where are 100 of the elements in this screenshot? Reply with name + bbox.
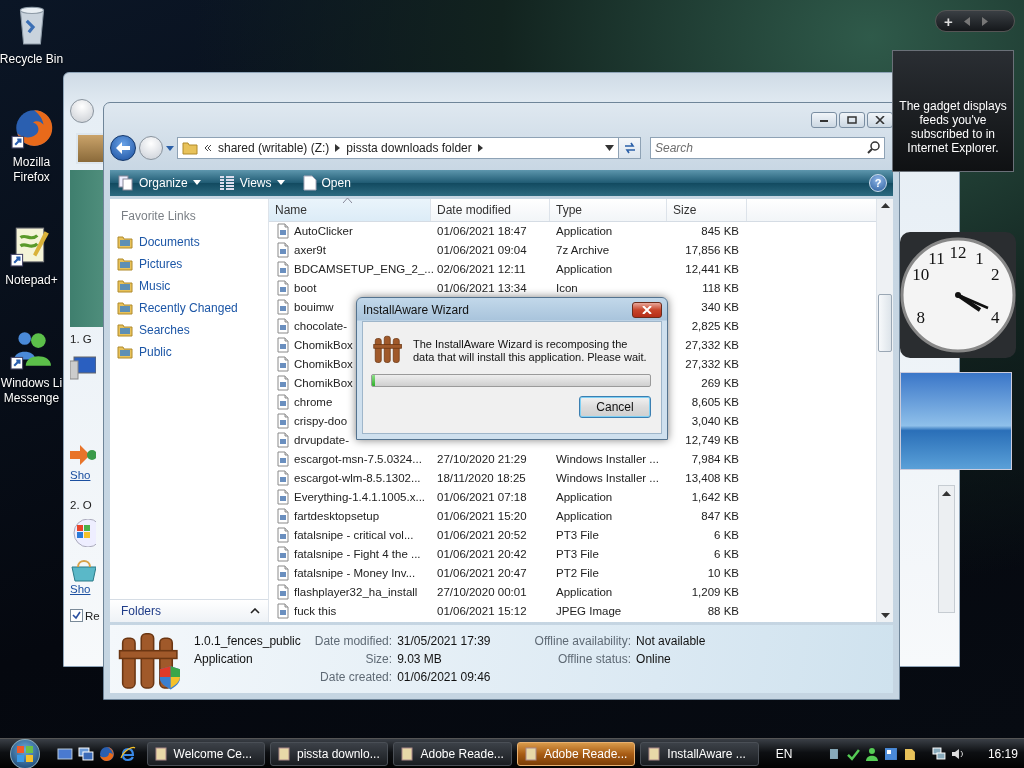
search-icon[interactable] xyxy=(867,140,880,154)
size-cell-text: 88 KB xyxy=(706,605,740,618)
toolbar-button[interactable]: Organize xyxy=(116,172,203,193)
desktop-icon-label[interactable]: Recycle Bin xyxy=(0,52,64,67)
caret-icon[interactable] xyxy=(276,180,285,186)
back-button[interactable] xyxy=(110,134,136,161)
tray-icon[interactable] xyxy=(846,747,861,761)
close-icon[interactable] xyxy=(875,116,885,124)
folders-toggle[interactable]: Folders xyxy=(110,599,268,622)
file-name[interactable]: fatalsnipe - Money Inv... xyxy=(269,565,431,582)
app-icon[interactable] xyxy=(277,747,291,761)
clock-numeral: 11 xyxy=(928,248,945,268)
pages-icon[interactable] xyxy=(118,174,134,191)
scrollbar-thumb[interactable] xyxy=(878,293,892,352)
language-indicator[interactable]: EN xyxy=(775,747,793,761)
checkbox[interactable] xyxy=(70,609,83,622)
cancel-button[interactable]: Cancel xyxy=(579,396,651,418)
browser-icon[interactable] xyxy=(119,746,136,762)
tray-icon[interactable] xyxy=(865,747,880,761)
maximize-icon[interactable] xyxy=(847,116,857,124)
breadcrumb-arrow-icon[interactable] xyxy=(335,143,341,152)
clock-numeral: 1 xyxy=(975,248,984,268)
address-bar[interactable]: shared (writable) (Z:) pissta downloads folder xyxy=(177,136,619,159)
nav-link[interactable]: Music xyxy=(110,274,268,297)
desktop-icon-label[interactable]: Notepad+ xyxy=(5,273,58,288)
window-switch-icon[interactable] xyxy=(77,746,94,762)
volume-icon[interactable] xyxy=(951,747,965,761)
app-icon[interactable] xyxy=(647,747,662,761)
file-name: 1.0.1_fences_public xyxy=(194,634,301,648)
minimize-icon[interactable] xyxy=(819,117,829,123)
refresh-icon[interactable] xyxy=(622,141,637,154)
file-name[interactable]: escargot-wlm-8.5.1302... xyxy=(269,470,431,487)
minimize-button[interactable] xyxy=(811,112,837,128)
nav-link[interactable]: Documents xyxy=(110,230,268,253)
toolbar-button[interactable]: Views xyxy=(216,173,287,192)
close-button[interactable] xyxy=(867,112,893,128)
taskbar-button[interactable]: Adobe Reade... xyxy=(393,742,512,766)
file-name[interactable]: boot xyxy=(269,280,431,297)
next-icon[interactable] xyxy=(980,16,989,26)
nav-link[interactable]: Searches xyxy=(110,318,268,341)
file-name[interactable]: Everything-1.4.1.1005.x... xyxy=(269,489,431,506)
file-name[interactable]: axer9t xyxy=(269,242,431,259)
windows-logo-icon[interactable] xyxy=(15,745,34,763)
clock[interactable]: 16:19 xyxy=(987,747,1018,761)
nav-link[interactable]: Pictures xyxy=(110,252,268,275)
file-name[interactable]: fatalsnipe - Fight 4 the ... xyxy=(269,546,431,563)
dropdown-arrow-icon[interactable] xyxy=(605,144,614,151)
show-link[interactable]: Sho xyxy=(70,583,104,595)
app-icon[interactable] xyxy=(400,747,415,761)
browser-icon[interactable] xyxy=(98,746,115,762)
scroll-up-icon[interactable] xyxy=(942,490,951,496)
taskbar-button[interactable]: Welcome Ce... xyxy=(146,742,265,766)
caret-icon[interactable] xyxy=(192,180,201,186)
list-view-icon[interactable] xyxy=(218,175,235,190)
file-name[interactable]: escargot-msn-7.5.0324... xyxy=(269,451,431,468)
scroll-up-icon[interactable] xyxy=(880,201,890,208)
nav-link[interactable]: Public xyxy=(110,340,268,363)
column-header[interactable]: Date modified xyxy=(431,198,550,221)
back-arrow-icon[interactable] xyxy=(116,141,130,154)
file-name[interactable]: flashplayer32_ha_install xyxy=(269,584,431,601)
chevron-icon[interactable] xyxy=(204,143,212,152)
app-icon[interactable] xyxy=(153,747,168,761)
show-link[interactable]: Sho xyxy=(70,469,104,481)
breadcrumb-arrow-icon[interactable] xyxy=(477,143,483,152)
file-name[interactable]: fatalsnipe - critical vol... xyxy=(269,527,431,544)
tray-icon[interactable] xyxy=(884,747,899,761)
scrollbar[interactable] xyxy=(938,485,955,613)
file-name[interactable]: fartdesktopsetup xyxy=(269,508,431,525)
toolbar-button[interactable]: Open xyxy=(300,172,353,193)
breadcrumb[interactable]: shared (writable) (Z:) xyxy=(218,140,330,155)
column-header[interactable]: Name xyxy=(269,198,431,221)
desktop-icon[interactable] xyxy=(56,746,73,762)
caret-icon[interactable] xyxy=(250,608,260,614)
desktop-icon-label[interactable]: Mozilla Firefox xyxy=(12,155,51,185)
taskbar-button[interactable]: InstallAware ... xyxy=(640,742,759,766)
previous-icon[interactable] xyxy=(962,16,971,26)
scroll-down-icon[interactable] xyxy=(880,613,890,619)
network-icon[interactable] xyxy=(932,747,946,761)
start-button[interactable] xyxy=(10,739,40,768)
date-cell-text: 02/06/2021 12:11 xyxy=(436,263,527,276)
maximize-button[interactable] xyxy=(839,112,865,128)
file-name[interactable]: AutoClicker xyxy=(269,223,431,240)
nav-link[interactable]: Recently Changed xyxy=(110,296,268,319)
file-name[interactable]: BDCAMSETUP_ENG_2_... xyxy=(269,261,431,278)
tray-icon[interactable] xyxy=(903,747,918,761)
refresh-button[interactable] xyxy=(619,136,641,159)
type-cell-text: Application xyxy=(555,586,614,599)
document-icon[interactable] xyxy=(302,174,317,191)
date-cell-text: 01/06/2021 20:47 xyxy=(436,567,528,580)
scrollbar[interactable] xyxy=(876,198,893,622)
search-field[interactable]: Search xyxy=(650,136,885,159)
taskbar-button[interactable]: Adobe Reade... xyxy=(516,742,636,766)
breadcrumb[interactable]: pissta downloads folder xyxy=(346,140,472,155)
add-gadget-button[interactable]: + xyxy=(944,13,953,29)
taskbar-button[interactable]: pissta downlo... xyxy=(270,742,389,766)
close-button[interactable] xyxy=(632,301,662,318)
column-header[interactable]: Size xyxy=(667,198,747,221)
column-header[interactable]: Type xyxy=(550,198,667,221)
file-name[interactable]: fuck this xyxy=(269,603,431,620)
desktop-icon-label[interactable]: Windows Li Messenge xyxy=(0,376,63,406)
